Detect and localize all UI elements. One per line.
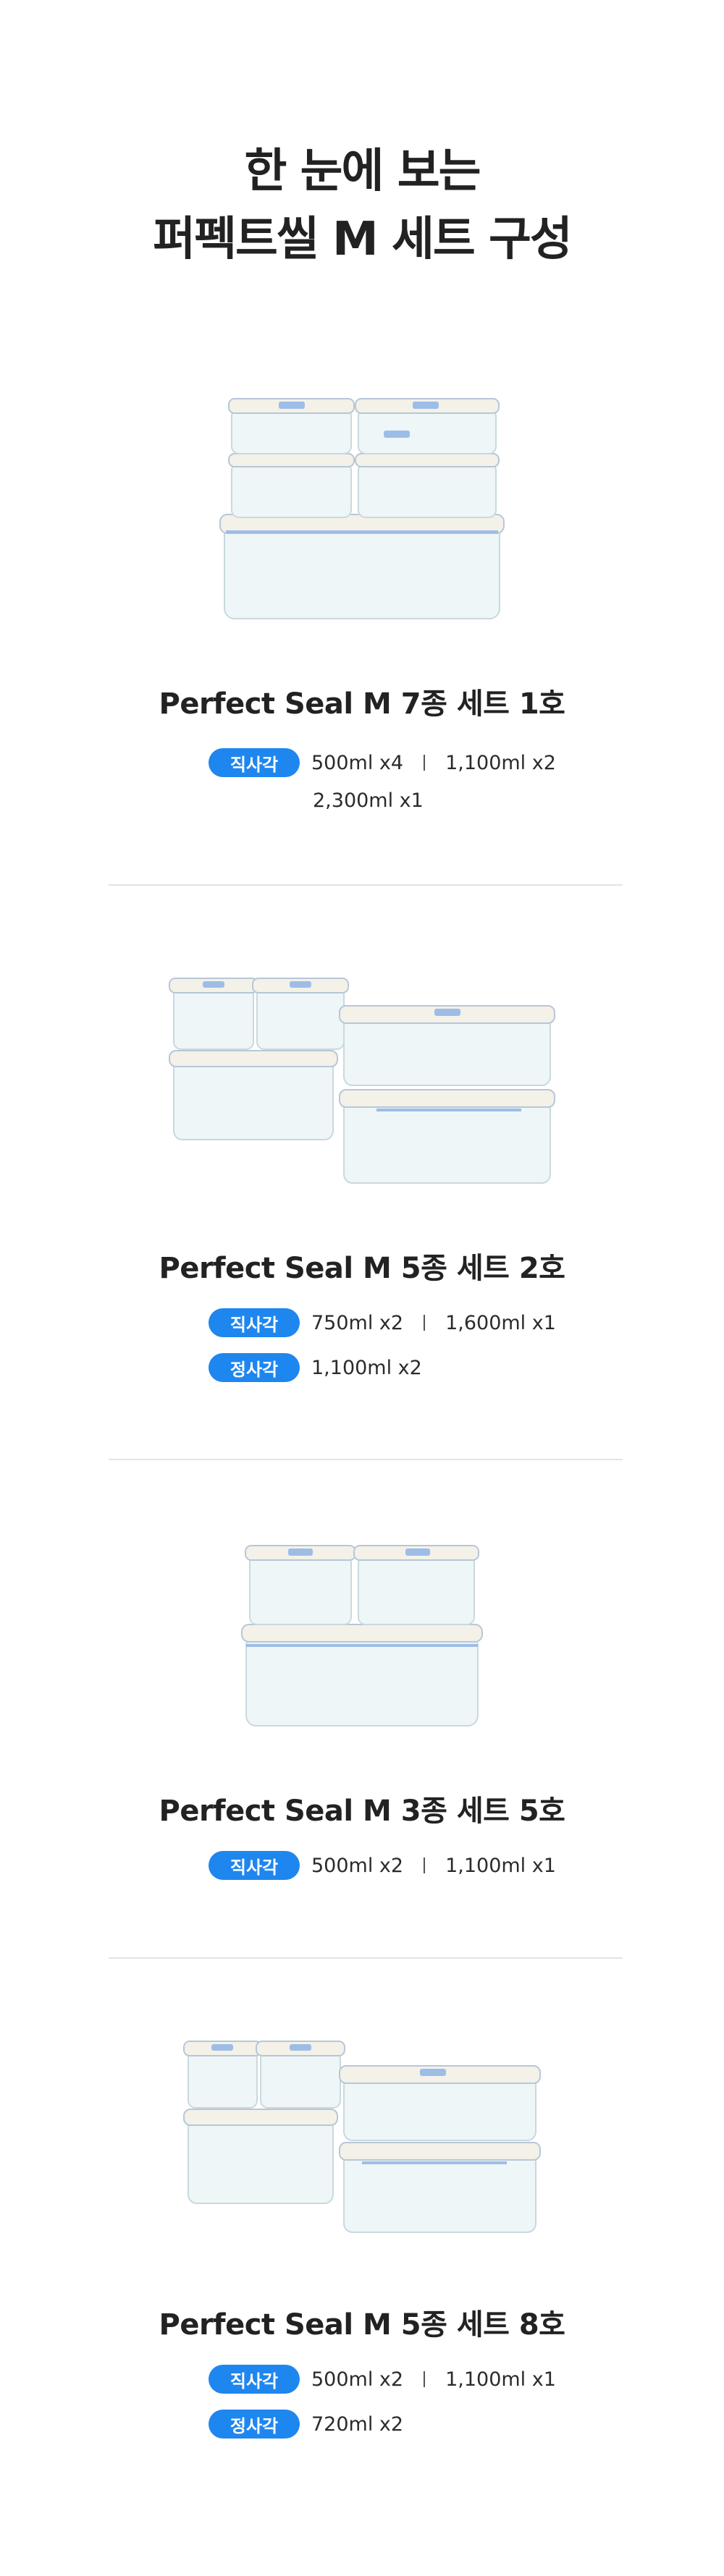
separator bbox=[424, 755, 426, 771]
separator bbox=[424, 1857, 426, 1873]
section-divider bbox=[109, 884, 623, 886]
shape-badge: 직사각 bbox=[209, 2365, 300, 2394]
shape-badge: 직사각 bbox=[209, 748, 300, 777]
spec-item: 750ml x2 bbox=[311, 1311, 404, 1334]
set-2-spec-row-1: 직사각 750ml x2 1,600ml x1 bbox=[209, 1308, 556, 1337]
shape-badge: 정사각 bbox=[209, 2410, 300, 2439]
set-1-title: Perfect Seal M 7종 세트 1호 bbox=[159, 687, 565, 721]
heading-line-1: 한 눈에 보는 bbox=[244, 145, 481, 198]
set-3-spec-row-1: 직사각 500ml x2 1,100ml x1 bbox=[209, 1851, 556, 1880]
page: 한 눈에 보는 퍼펙트씰 M 세트 구성 Perfect Seal M 7종 세… bbox=[0, 0, 724, 2576]
shape-badge: 직사각 bbox=[209, 1851, 300, 1880]
set-1-product-image bbox=[0, 387, 724, 633]
set-3-title: Perfect Seal M 3종 세트 5호 bbox=[159, 1795, 565, 1828]
spec-item: 1,100ml x2 bbox=[311, 1356, 422, 1379]
section-divider bbox=[109, 1957, 623, 1959]
set-4-spec-row-1: 직사각 500ml x2 1,100ml x1 bbox=[209, 2365, 556, 2394]
spec-item: 500ml x2 bbox=[311, 1854, 404, 1877]
spec-item: 1,100ml x1 bbox=[445, 2368, 556, 2391]
set-2-spec-row-2: 정사각 1,100ml x2 bbox=[209, 1353, 422, 1382]
set-4-title: Perfect Seal M 5종 세트 8호 bbox=[159, 2308, 565, 2342]
page-heading: 한 눈에 보는 퍼펙트씰 M 세트 구성 bbox=[0, 137, 724, 274]
spec-item: 1,100ml x2 bbox=[445, 751, 556, 774]
set-4-spec-row-2: 정사각 720ml x2 bbox=[209, 2410, 403, 2439]
set-2-product-image bbox=[0, 955, 724, 1194]
spec-item: 500ml x4 bbox=[311, 751, 404, 774]
set-1-spec-row-1: 직사각 500ml x4 1,100ml x2 bbox=[209, 748, 556, 777]
section-divider bbox=[109, 1459, 623, 1460]
spec-item: 720ml x2 bbox=[311, 2412, 404, 2436]
separator bbox=[424, 1315, 426, 1331]
shape-badge: 정사각 bbox=[209, 1353, 300, 1382]
spec-item: 500ml x2 bbox=[311, 2368, 404, 2391]
spec-item: 1,600ml x1 bbox=[445, 1311, 556, 1334]
heading-line-2: 퍼펙트씰 M 세트 구성 bbox=[153, 213, 573, 266]
set-2-title: Perfect Seal M 5종 세트 2호 bbox=[159, 1252, 565, 1285]
separator bbox=[424, 2371, 426, 2387]
set-1-spec-extra: 2,300ml x1 bbox=[313, 789, 424, 812]
shape-badge: 직사각 bbox=[209, 1308, 300, 1337]
spec-item: 1,100ml x1 bbox=[445, 1854, 556, 1877]
set-4-product-image bbox=[0, 2022, 724, 2240]
set-3-product-image bbox=[0, 1527, 724, 1744]
